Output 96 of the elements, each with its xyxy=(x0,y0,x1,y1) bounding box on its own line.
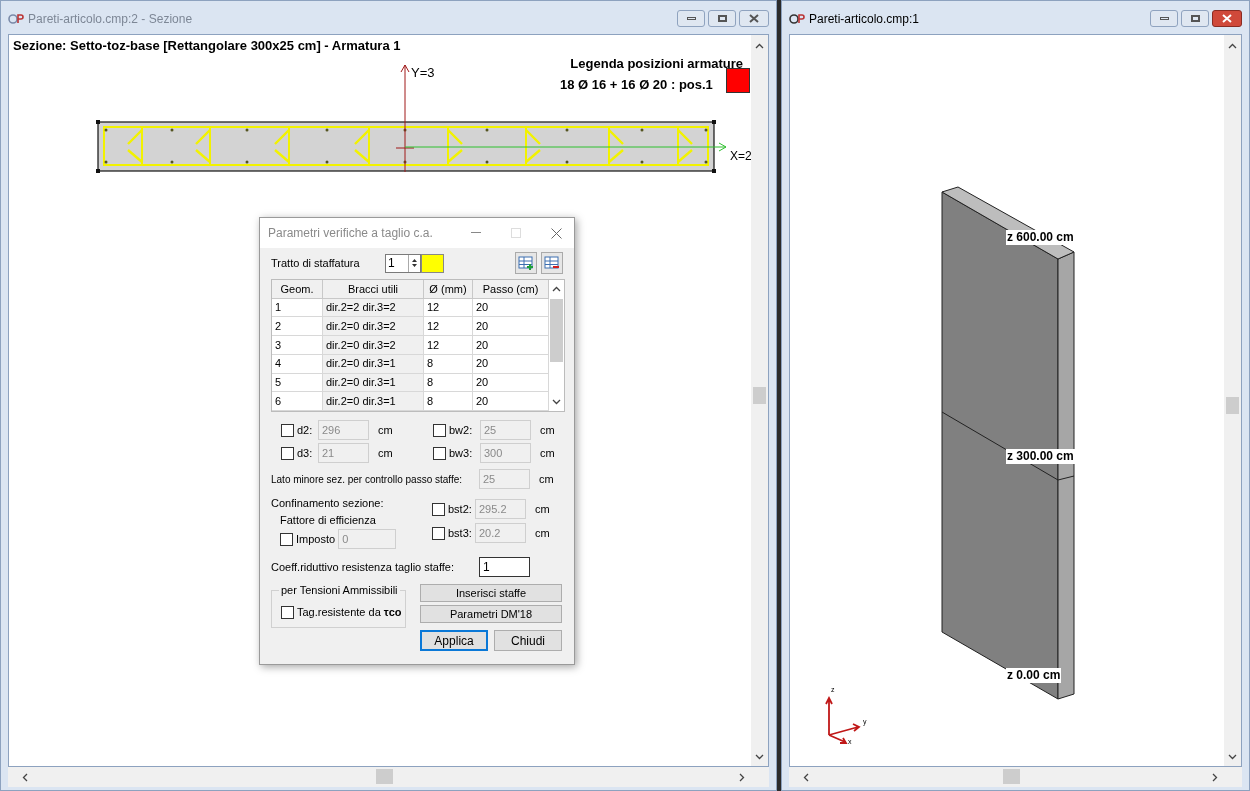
scroll-thumb[interactable] xyxy=(753,387,766,404)
checkbox[interactable] xyxy=(432,502,445,516)
y-axis-label: Y=3 xyxy=(411,65,435,80)
field-label: Tratto di staffatura xyxy=(271,255,361,271)
elevation-label: z 600.00 cm xyxy=(1006,230,1075,245)
table-cell: 12 xyxy=(424,336,473,355)
scroll-down-icon[interactable] xyxy=(1228,754,1237,760)
unit-label: cm xyxy=(535,525,550,541)
checkbox[interactable] xyxy=(433,423,446,437)
table-cell: 3 xyxy=(272,336,323,355)
scroll-thumb[interactable] xyxy=(550,299,563,362)
section-label: Confinamento sezione: xyxy=(271,496,385,510)
checkbox[interactable] xyxy=(432,526,445,540)
table-cell: 12 xyxy=(424,317,473,337)
remove-row-icon[interactable] xyxy=(541,252,563,274)
spin-field[interactable]: 1 xyxy=(385,253,421,273)
restore-button[interactable] xyxy=(708,10,736,27)
column-header[interactable]: Ø (mm) xyxy=(424,280,473,299)
table-cell: 20 xyxy=(473,392,549,412)
scroll-down-icon[interactable] xyxy=(552,399,561,405)
checkbox[interactable] xyxy=(281,605,294,619)
window-title: Pareti-articolo.cmp:2 - Sezione xyxy=(28,10,193,28)
horizontal-scrollbar[interactable] xyxy=(789,767,1242,787)
column-header[interactable]: Passo (cm) xyxy=(473,280,549,299)
scroll-down-icon[interactable] xyxy=(755,754,764,760)
column-header[interactable]: Bracci utili xyxy=(323,280,424,299)
scroll-up-icon[interactable] xyxy=(552,286,561,292)
vertical-scrollbar[interactable] xyxy=(751,35,768,766)
field-label: d3: xyxy=(297,445,314,461)
field-label: bst3: xyxy=(448,525,472,541)
table-cell: 20 xyxy=(473,336,549,355)
dialog-title: Parametri verifiche a taglio c.a. xyxy=(268,225,433,242)
section-heading: Sezione: Setto-toz-base [Rettangolare 300x25 cm] - Armatura 1 xyxy=(13,37,401,55)
unit-label: cm xyxy=(378,422,393,438)
checkbox[interactable] xyxy=(281,446,294,460)
unit-label: cm xyxy=(378,445,393,461)
field-label: bw3: xyxy=(449,445,474,461)
unit-label: cm xyxy=(535,501,550,517)
table-cell: 20 xyxy=(473,317,549,337)
section-label: Fattore di efficienza xyxy=(279,513,377,527)
table-cell: 2 xyxy=(272,317,323,337)
field-label: Coeff.riduttivo resistenza taglio staffe: xyxy=(271,559,456,575)
legend-entry: 18 Ø 16 + 16 Ø 20 : pos.1 xyxy=(560,76,713,94)
minimize-button[interactable] xyxy=(677,10,705,27)
add-row-icon[interactable] xyxy=(515,252,537,274)
table-cell: dir.2=0 dir.3=2 xyxy=(323,336,424,355)
table-cell: 8 xyxy=(424,392,473,412)
restore-button[interactable] xyxy=(1181,10,1209,27)
unit-label: cm xyxy=(540,445,555,461)
checkbox[interactable] xyxy=(433,446,446,460)
insert-button[interactable]: Inserisci staffe xyxy=(420,584,562,602)
field-label: bst2: xyxy=(448,501,472,517)
field-label: bw2: xyxy=(449,422,474,438)
checkbox[interactable] xyxy=(280,532,293,546)
close-icon[interactable] xyxy=(551,227,562,239)
checkbox-label: Tag.resistente da τco xyxy=(297,605,402,620)
scroll-up-icon[interactable] xyxy=(755,43,764,49)
scroll-thumb[interactable] xyxy=(376,769,393,784)
table-cell: dir.2=0 dir.3=2 xyxy=(323,317,424,337)
close-button[interactable] xyxy=(1212,10,1242,27)
spinner-arrows-icon[interactable] xyxy=(408,254,420,272)
table-cell: dir.2=0 dir.3=1 xyxy=(323,392,424,412)
field-label: d2: xyxy=(297,422,314,438)
elevation-label: z 300.00 cm xyxy=(1006,449,1075,464)
table-cell: 6 xyxy=(272,392,323,412)
vertical-scrollbar[interactable] xyxy=(1224,35,1241,766)
parameters-button[interactable]: Parametri DM'18 xyxy=(420,605,562,623)
close-icon[interactable] xyxy=(749,14,759,23)
scroll-left-icon[interactable] xyxy=(22,773,28,782)
unit-label: cm xyxy=(539,471,554,487)
scroll-up-icon[interactable] xyxy=(1228,43,1237,49)
close-button[interactable] xyxy=(739,10,769,27)
field-label: Imposto xyxy=(296,531,336,547)
x-axis-label: X=2 xyxy=(730,149,751,163)
unit-label: cm xyxy=(540,422,555,438)
apply-button[interactable]: Applica xyxy=(420,630,489,651)
window-title: Pareti-articolo.cmp:1 xyxy=(809,10,920,28)
app-logo-icon xyxy=(8,12,24,25)
minimize-button[interactable] xyxy=(1150,10,1178,27)
elevation-label: z 0.00 cm xyxy=(1006,668,1062,683)
column-header[interactable]: Geom. xyxy=(272,280,323,299)
field-label: Lato minore sez. per controllo passo staffe: xyxy=(271,472,464,487)
scroll-right-icon[interactable] xyxy=(739,773,745,782)
scroll-thumb[interactable] xyxy=(1003,769,1020,784)
axis-triad-icon xyxy=(825,696,861,744)
scroll-left-icon[interactable] xyxy=(803,773,809,782)
horizontal-scrollbar[interactable] xyxy=(8,767,769,787)
close-button[interactable]: Chiudi xyxy=(494,630,562,651)
scroll-thumb[interactable] xyxy=(1226,397,1239,414)
app-logo-icon xyxy=(789,12,805,25)
minimize-icon[interactable] xyxy=(471,232,481,234)
input-field[interactable]: 1 xyxy=(479,557,530,577)
checkbox[interactable] xyxy=(281,423,294,437)
maximize-icon xyxy=(511,228,521,238)
scroll-right-icon[interactable] xyxy=(1212,773,1218,782)
legend-title: Legenda posizioni armature xyxy=(570,55,743,73)
